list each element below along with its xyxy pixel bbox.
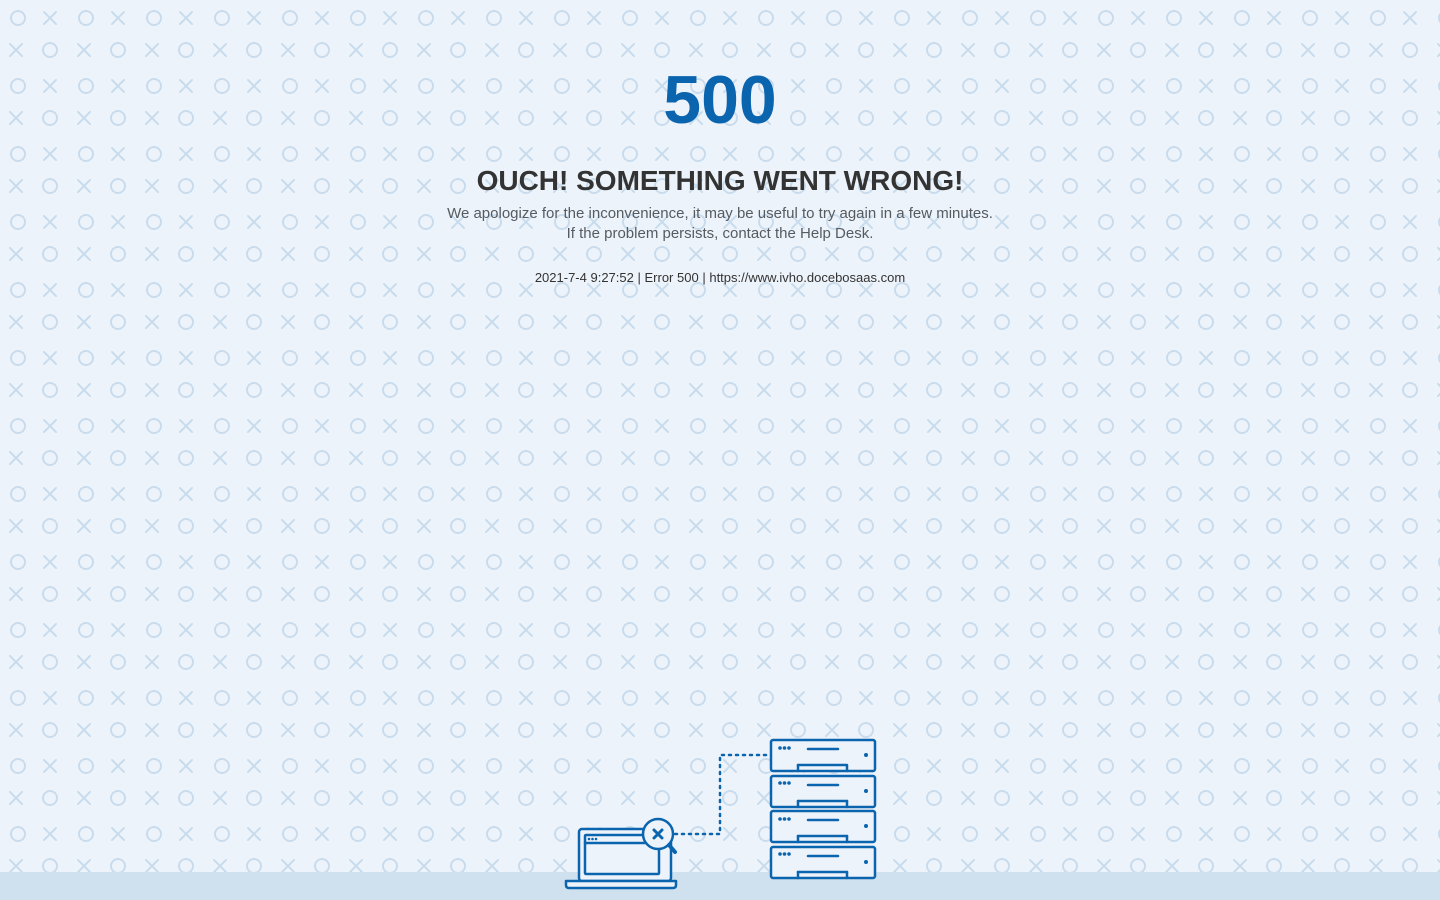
meta-separator: | xyxy=(702,270,706,285)
meta-separator: | xyxy=(637,270,641,285)
error-label: Error 500 xyxy=(644,270,699,285)
server-rack-icon xyxy=(769,738,877,880)
server-error-illustration xyxy=(564,738,877,890)
error-meta: 2021-7-4 9:27:52 | Error 500 | https://w… xyxy=(0,269,1440,287)
error-headline: OUCH! SOMETHING WENT WRONG! xyxy=(476,165,964,196)
error-url: https://www.ivho.docebosaas.com xyxy=(709,270,906,285)
error-message-line2: If the problem persists, contact the Hel… xyxy=(566,225,874,242)
error-code: 500 xyxy=(663,62,777,138)
error-timestamp: 2021-7-4 9:27:52 xyxy=(534,270,634,285)
error-message-line1: We apologize for the inconvenience, it m… xyxy=(447,205,993,222)
connection-line xyxy=(673,753,772,836)
